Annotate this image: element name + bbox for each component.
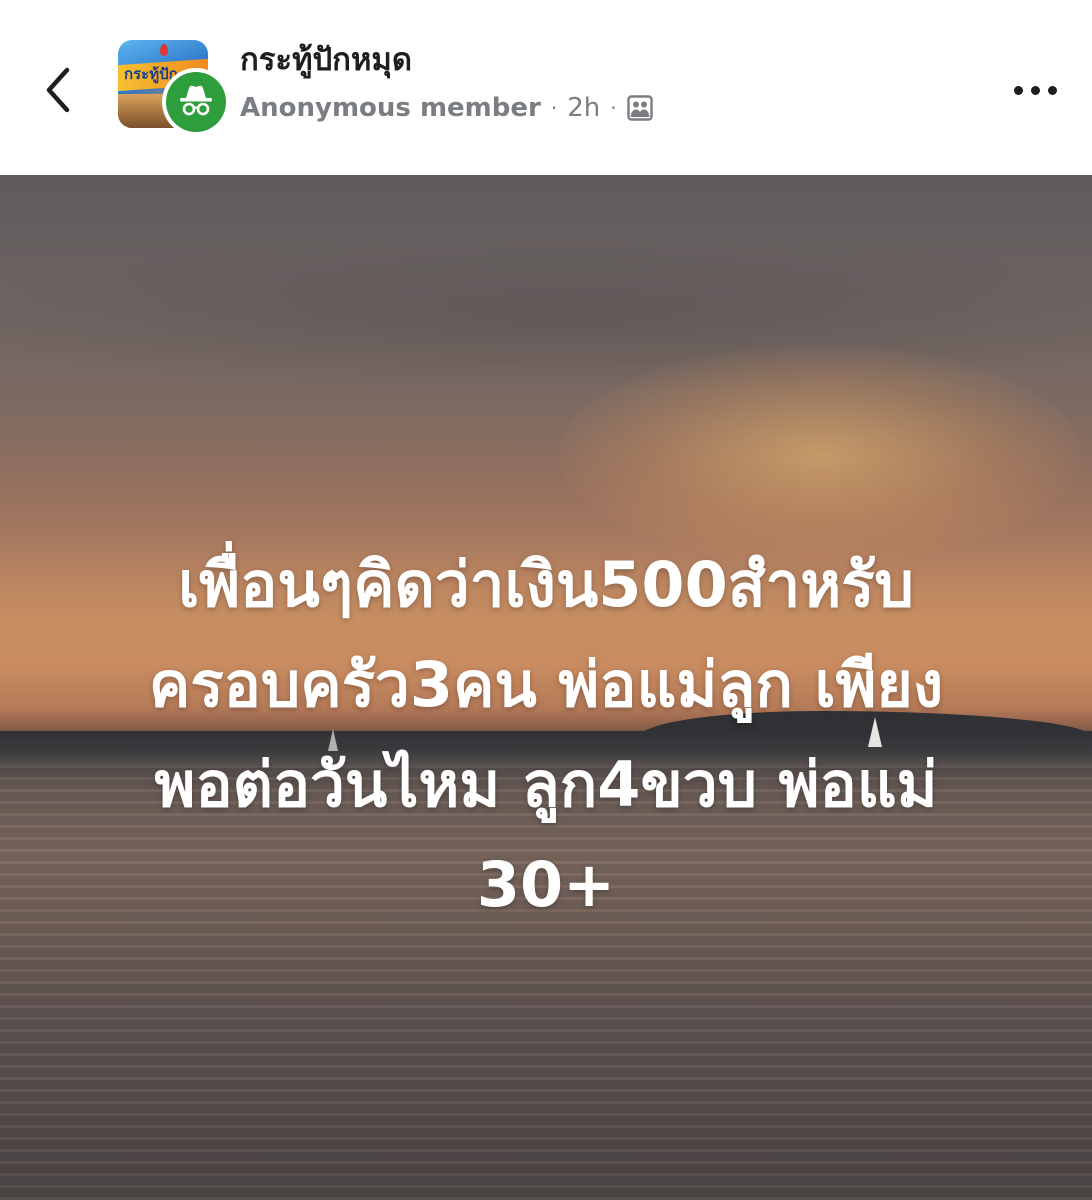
post-header: กระทู้ปัก กระทู้ปักหมุด Anonymous member… xyxy=(0,0,1092,175)
post-screen: กระทู้ปัก กระทู้ปักหมุด Anonymous member… xyxy=(0,0,1092,1200)
post-text-overlay: เพื่อนๆคิดว่าเงิน500สำหรับ ครอบครัว3คน พ… xyxy=(40,535,1052,935)
post-time[interactable]: 2h xyxy=(567,93,600,123)
incognito-icon xyxy=(180,85,212,116)
author-name[interactable]: Anonymous member xyxy=(240,93,541,123)
anonymous-avatar xyxy=(162,68,230,136)
post-image[interactable]: เพื่อนๆคิดว่าเงิน500สำหรับ ครอบครัว3คน พ… xyxy=(0,175,1092,1200)
meta-separator: · xyxy=(550,96,558,120)
group-audience-icon xyxy=(626,95,653,121)
pin-icon xyxy=(160,44,168,56)
post-text-line: พอต่อวันไหม ลูก4ขวบ พ่อแม่ xyxy=(154,748,938,821)
post-meta: Anonymous member · 2h · xyxy=(240,90,653,126)
back-button[interactable] xyxy=(30,60,86,120)
more-horizontal-icon xyxy=(1013,85,1023,95)
post-text-line: เพื่อนๆคิดว่าเงิน500สำหรับ xyxy=(178,548,914,621)
post-text-line: 30+ xyxy=(476,848,616,921)
meta-separator: · xyxy=(610,96,617,120)
more-options-button[interactable] xyxy=(1000,70,1070,110)
chevron-left-icon xyxy=(46,67,70,113)
post-text-line: ครอบครัว3คน พ่อแม่ลูก เพียง xyxy=(148,648,944,721)
group-name[interactable]: กระทู้ปักหมุด xyxy=(240,42,412,79)
